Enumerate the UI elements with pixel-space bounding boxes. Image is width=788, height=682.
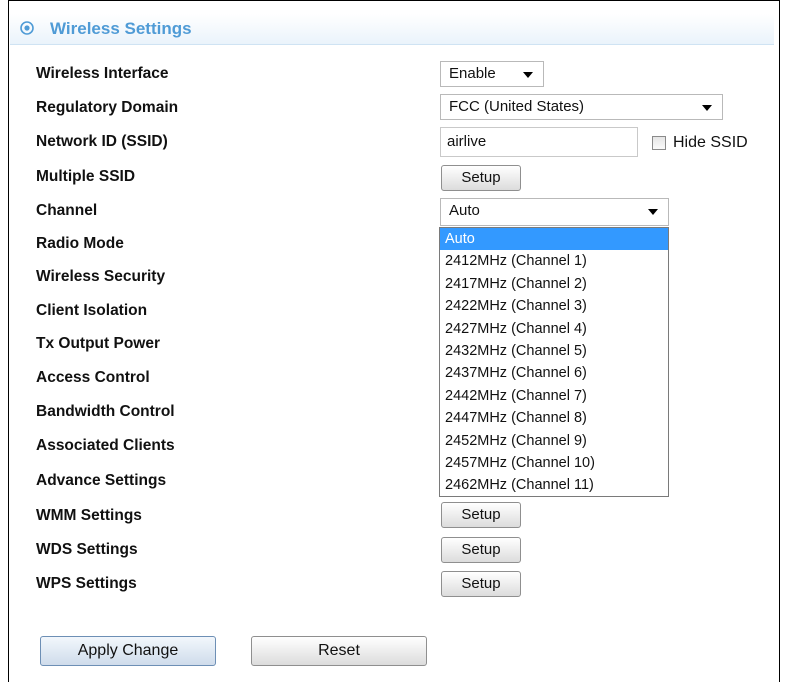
wireless-security-label: Wireless Security xyxy=(36,268,166,285)
wmm-setup-button[interactable]: Setup xyxy=(441,502,521,528)
channel-option[interactable]: 2457MHz (Channel 10) xyxy=(440,452,668,474)
chevron-down-icon xyxy=(648,209,658,215)
regulatory-domain-select[interactable]: FCC (United States) xyxy=(440,94,723,120)
section-header: Wireless Settings xyxy=(10,14,774,45)
channel-option[interactable]: 2447MHz (Channel 8) xyxy=(440,407,668,429)
advance-settings-label: Advance Settings xyxy=(36,472,167,489)
regulatory-domain-value: FCC (United States) xyxy=(449,98,585,115)
multiple-ssid-setup-button[interactable]: Setup xyxy=(441,165,521,191)
channel-option[interactable]: 2442MHz (Channel 7) xyxy=(440,385,668,407)
settings-circle-icon xyxy=(20,21,34,35)
wireless-interface-value: Enable xyxy=(449,65,496,82)
ssid-input[interactable]: airlive xyxy=(440,127,638,157)
regulatory-domain-label: Regulatory Domain xyxy=(36,99,179,116)
channel-option[interactable]: 2412MHz (Channel 1) xyxy=(440,250,668,272)
section-title: Wireless Settings xyxy=(50,19,192,38)
wps-settings-label: WPS Settings xyxy=(36,575,137,592)
wds-setup-button[interactable]: Setup xyxy=(441,537,521,563)
reset-button[interactable]: Reset xyxy=(251,636,427,666)
access-control-label: Access Control xyxy=(36,369,150,386)
wps-setup-button[interactable]: Setup xyxy=(441,571,521,597)
hide-ssid-checkbox[interactable] xyxy=(652,136,666,150)
client-isolation-label: Client Isolation xyxy=(36,302,148,319)
apply-change-button[interactable]: Apply Change xyxy=(40,636,216,666)
associated-clients-label: Associated Clients xyxy=(36,437,175,454)
channel-option[interactable]: 2432MHz (Channel 5) xyxy=(440,340,668,362)
wmm-settings-label: WMM Settings xyxy=(36,507,142,524)
channel-value: Auto xyxy=(449,202,480,219)
tx-output-power-label: Tx Output Power xyxy=(36,335,160,352)
hide-ssid-label: Hide SSID xyxy=(673,134,748,151)
channel-option[interactable]: 2427MHz (Channel 4) xyxy=(440,318,668,340)
channel-select[interactable]: Auto xyxy=(440,198,669,226)
wireless-interface-select[interactable]: Enable xyxy=(440,61,544,87)
multiple-ssid-label: Multiple SSID xyxy=(36,168,136,185)
channel-option[interactable]: 2452MHz (Channel 9) xyxy=(440,430,668,452)
radio-mode-label: Radio Mode xyxy=(36,235,124,252)
chevron-down-icon xyxy=(702,105,712,111)
channel-label: Channel xyxy=(36,202,98,219)
channel-option[interactable]: 2417MHz (Channel 2) xyxy=(440,273,668,295)
network-id-label: Network ID (SSID) xyxy=(36,133,168,150)
channel-option[interactable]: 2422MHz (Channel 3) xyxy=(440,295,668,317)
channel-option[interactable]: Auto xyxy=(440,228,668,251)
ssid-value: airlive xyxy=(447,133,487,150)
bandwidth-control-label: Bandwidth Control xyxy=(36,403,175,420)
chevron-down-icon xyxy=(523,72,533,78)
wireless-interface-label: Wireless Interface xyxy=(36,65,169,82)
wds-settings-label: WDS Settings xyxy=(36,541,138,558)
channel-option[interactable]: 2437MHz (Channel 6) xyxy=(440,362,668,384)
channel-dropdown-list: Auto 2412MHz (Channel 1) 2417MHz (Channe… xyxy=(439,227,669,497)
channel-option[interactable]: 2462MHz (Channel 11) xyxy=(440,474,668,496)
